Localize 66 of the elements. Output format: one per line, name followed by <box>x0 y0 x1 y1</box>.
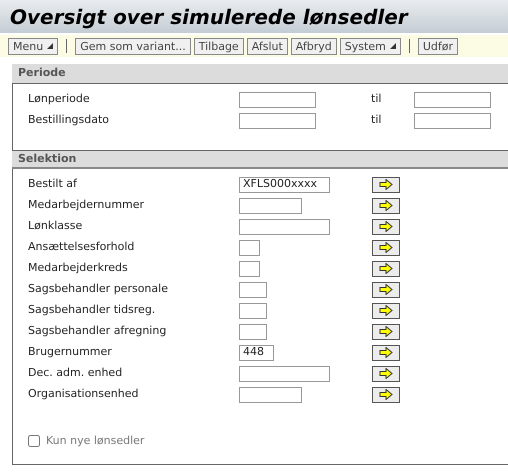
multiple-selection-button[interactable] <box>372 240 400 256</box>
multiple-selection-button[interactable] <box>372 282 400 298</box>
section-header: Periode <box>12 64 508 83</box>
multiple-selection-button[interactable] <box>372 176 400 192</box>
multiple-selection-button[interactable] <box>372 386 400 402</box>
field-label: Sagsbehandler tidsreg. <box>27 302 156 318</box>
input-field[interactable] <box>239 112 316 128</box>
multiple-selection-button[interactable] <box>372 218 400 234</box>
input-field[interactable] <box>239 198 302 214</box>
input-field[interactable] <box>239 366 330 382</box>
arrow-icon <box>379 221 393 232</box>
field-label: Organisationsenhed <box>27 386 140 402</box>
arrow-icon <box>379 200 393 211</box>
input-field[interactable] <box>239 260 260 276</box>
dropdown-triangle-icon <box>390 43 396 49</box>
input-field[interactable] <box>239 92 316 108</box>
arrow-icon <box>379 368 393 379</box>
multiple-selection-button[interactable] <box>372 366 400 382</box>
input-field[interactable]: XFLS000xxxx <box>239 176 330 192</box>
field-label: Lønklasse <box>27 218 84 234</box>
section-header: Selektion <box>12 151 508 169</box>
range-label: til <box>371 91 382 108</box>
multiple-selection-button[interactable] <box>372 198 400 214</box>
input-field[interactable] <box>239 386 302 402</box>
checkbox-label: Kun nye lønsedler <box>46 433 144 449</box>
dropdown-triangle-icon <box>47 43 54 49</box>
field-label: Bestillingsdato <box>27 112 110 128</box>
toolbar-button[interactable]: Afbryd <box>290 38 337 54</box>
toolbar-button[interactable]: Menu <box>8 38 58 54</box>
arrow-icon <box>379 326 393 337</box>
window-title: Oversigt over simulerede lønsedler <box>10 6 408 26</box>
input-field[interactable]: 448 <box>239 344 274 360</box>
arrow-icon <box>379 242 393 253</box>
field-label: Sagsbehandler afregning <box>27 323 168 340</box>
arrow-icon <box>379 389 393 400</box>
toolbar-button[interactable]: Gem som variant... <box>75 38 191 54</box>
field-label: Medarbejdernummer <box>27 197 146 214</box>
field-label: Medarbejderkreds <box>27 260 129 276</box>
field-label: Dec. adm. enhed <box>27 365 124 382</box>
input-field[interactable] <box>414 112 491 128</box>
toolbar-button[interactable]: System <box>340 38 401 54</box>
input-field[interactable] <box>239 240 260 256</box>
arrow-icon <box>379 263 393 274</box>
arrow-icon <box>379 284 393 295</box>
input-field[interactable] <box>239 302 267 318</box>
checkbox[interactable] <box>28 435 40 448</box>
field-label: Brugernummer <box>27 344 113 360</box>
toolbar-button[interactable]: Udfør <box>418 38 458 54</box>
range-label: til <box>371 112 382 128</box>
field-label: Lønperiode <box>27 91 91 108</box>
field-label: Ansættelsesforhold <box>27 239 136 256</box>
input-field[interactable] <box>414 92 491 108</box>
multiple-selection-button[interactable] <box>372 302 400 318</box>
toolbar-button[interactable]: Tilbage <box>194 38 244 54</box>
multiple-selection-button[interactable] <box>372 344 400 360</box>
multiple-selection-button[interactable] <box>372 324 400 340</box>
arrow-icon <box>379 179 393 190</box>
arrow-icon <box>379 305 393 316</box>
input-field[interactable] <box>239 282 267 298</box>
field-label: Sagsbehandler personale <box>27 281 169 298</box>
field-label: Bestilt af <box>27 176 78 192</box>
input-field[interactable] <box>239 324 267 340</box>
input-field[interactable] <box>239 218 330 234</box>
multiple-selection-button[interactable] <box>372 260 400 276</box>
arrow-icon <box>379 347 393 358</box>
toolbar-button[interactable]: Afslut <box>246 38 288 54</box>
